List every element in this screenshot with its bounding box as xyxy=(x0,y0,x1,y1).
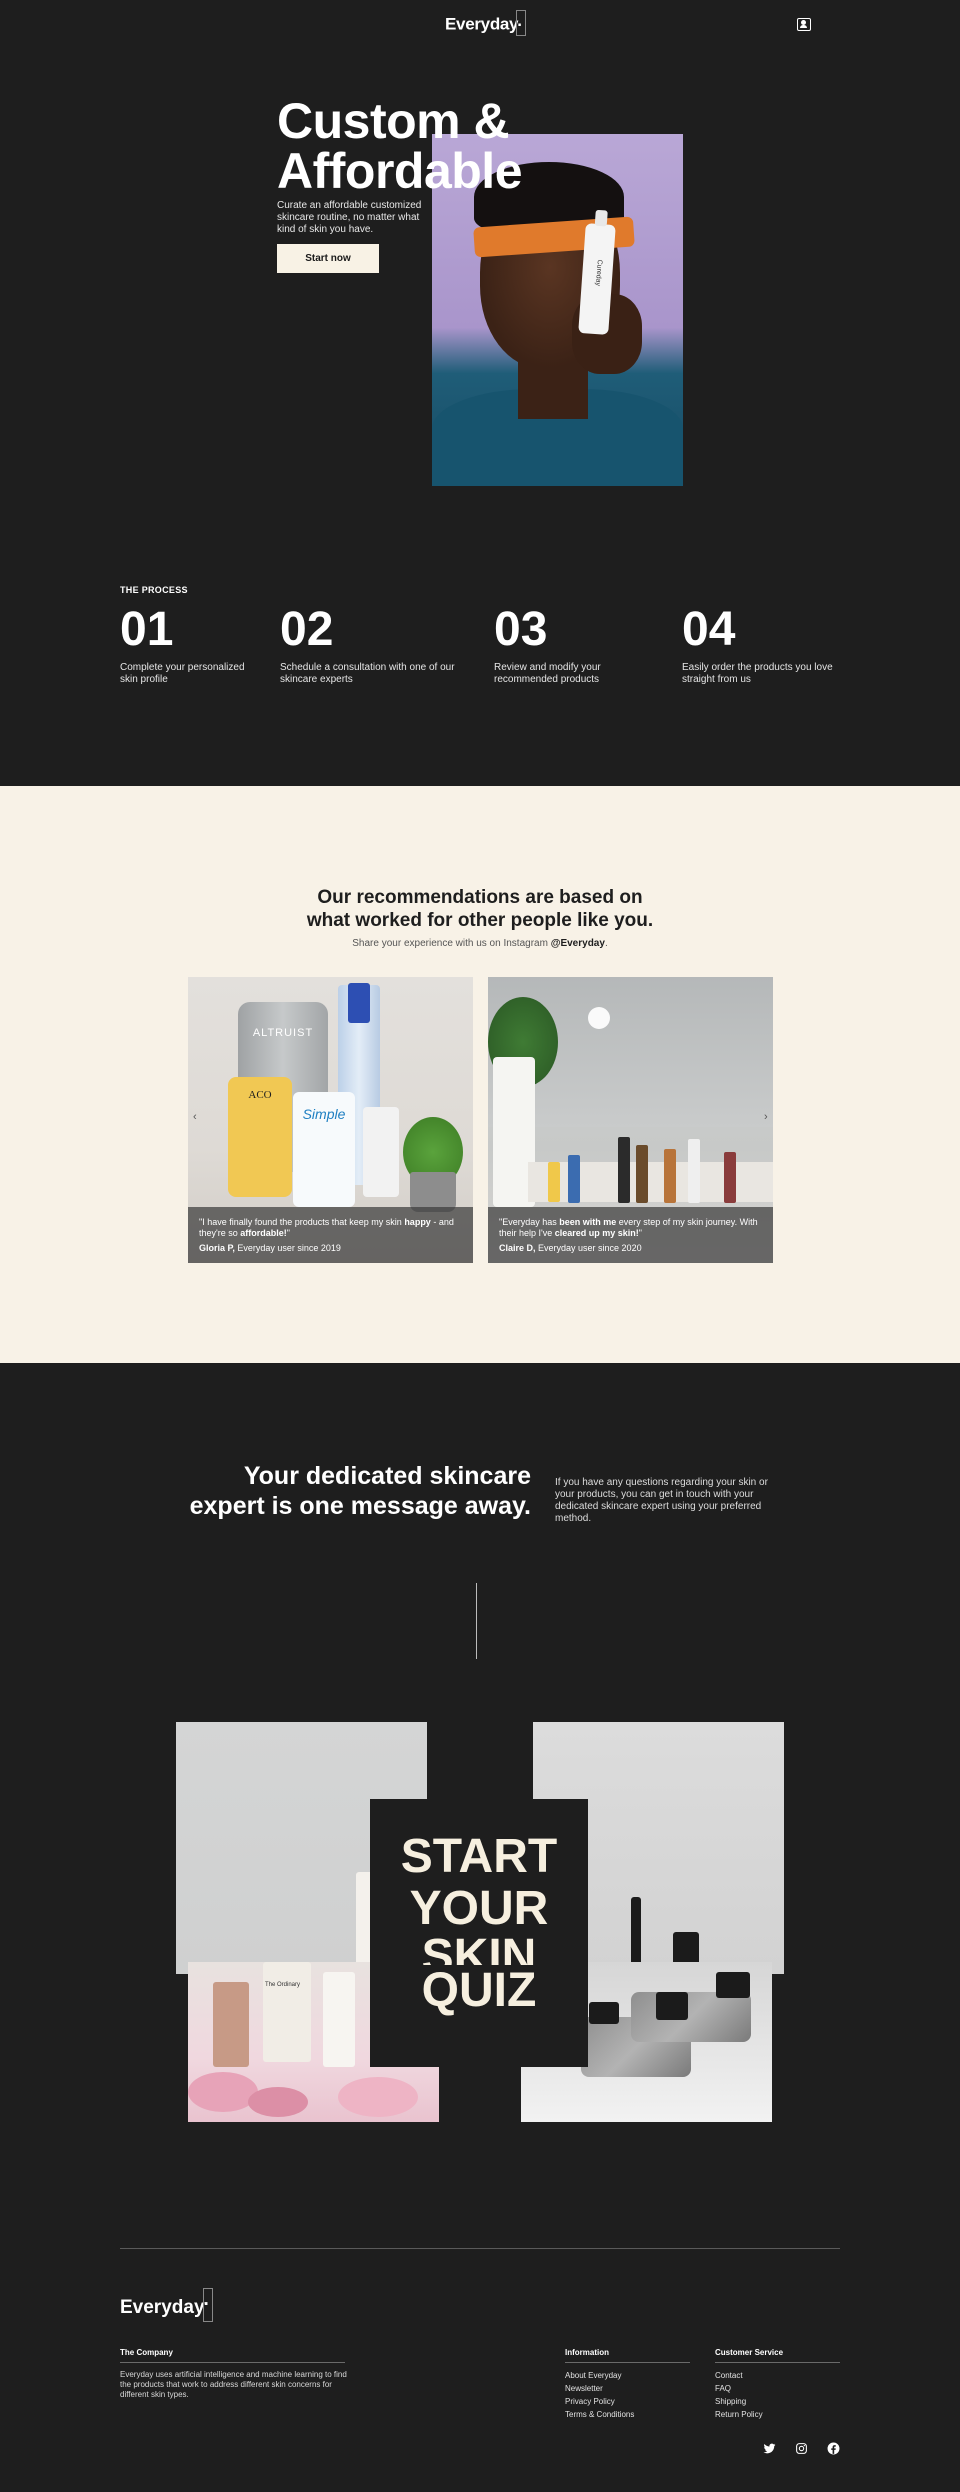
twitter-icon[interactable] xyxy=(763,2442,776,2455)
footer-information-title: Information xyxy=(565,2348,609,2357)
expert-subtitle: If you have any questions regarding your… xyxy=(555,1477,768,1524)
bottle xyxy=(323,1972,355,2067)
bottle xyxy=(568,1155,580,1203)
account-icon[interactable] xyxy=(797,18,811,31)
plant-pot xyxy=(410,1172,456,1212)
footer-link-shipping[interactable]: Shipping xyxy=(715,2397,746,2406)
bottle xyxy=(618,1137,630,1203)
footer-service-title: Customer Service xyxy=(715,2348,784,2357)
bottle xyxy=(213,1982,249,2067)
reviews-title: Our recommendations are based on what wo… xyxy=(306,887,654,931)
footer-link-newsletter[interactable]: Newsletter xyxy=(565,2384,603,2393)
footer-link-contact[interactable]: Contact xyxy=(715,2371,743,2380)
review-author: Claire D, Everyday user since 2020 xyxy=(499,1243,642,1253)
footer-link-faq[interactable]: FAQ xyxy=(715,2384,731,2393)
product-dropper xyxy=(363,1107,399,1197)
instagram-icon[interactable] xyxy=(795,2442,808,2455)
bottle xyxy=(548,1162,560,1202)
review-author: Gloria P, Everyday user since 2019 xyxy=(199,1243,341,1253)
hero-title: Custom & Affordable xyxy=(277,93,523,199)
stone xyxy=(631,1992,751,2042)
bottle: The Ordinary xyxy=(263,1962,311,2062)
product-simple-tube: Simple xyxy=(293,1092,355,1207)
mirror-light xyxy=(588,1007,610,1029)
review-quote: "I have finally found the products that … xyxy=(199,1217,454,1238)
logo-period-box: . xyxy=(516,10,527,36)
bottle xyxy=(664,1149,676,1203)
bottle xyxy=(636,1145,648,1203)
carousel-prev-arrow[interactable]: ‹ xyxy=(193,1111,197,1123)
logo-period-box: . xyxy=(202,2288,213,2322)
start-skin-quiz-button[interactable]: START YOUR SKIN QUIZ xyxy=(370,1799,588,2067)
footer-link-about[interactable]: About Everyday xyxy=(565,2371,621,2380)
footer-company-title: The Company xyxy=(120,2348,173,2357)
review-card: ALTRUIST ACO Simple "I have finally foun… xyxy=(188,977,473,1263)
hero-subtitle: Curate an affordable customized skincare… xyxy=(277,200,422,235)
review-card: "Everyday has been with me every step of… xyxy=(488,977,773,1263)
step-number: 04 xyxy=(682,603,736,656)
footer-divider xyxy=(120,2248,840,2249)
step-description: Easily order the products you love strai… xyxy=(682,662,833,685)
footer-link-return-policy[interactable]: Return Policy xyxy=(715,2410,763,2419)
step-description: Schedule a consultation with one of our … xyxy=(280,662,455,685)
header-logo[interactable]: Everyday. xyxy=(445,10,527,38)
jar xyxy=(656,1992,688,2020)
expert-title: Your dedicated skincare expert is one me… xyxy=(189,1462,531,1520)
product-yellow-tube: ACO xyxy=(228,1077,292,1197)
reviews-subtitle: Share your experience with us on Instagr… xyxy=(352,938,608,949)
step-number: 03 xyxy=(494,603,548,656)
jar xyxy=(716,1972,750,1998)
facebook-icon[interactable] xyxy=(827,2442,840,2455)
top-bar: Everyday. xyxy=(0,0,960,50)
footer-link-terms[interactable]: Terms & Conditions xyxy=(565,2410,634,2419)
bottle xyxy=(724,1152,736,1203)
bottle xyxy=(688,1139,700,1203)
bottle xyxy=(631,1897,641,1972)
footer-logo[interactable]: Everyday. xyxy=(120,2288,213,2325)
process-step: 03 Review and modify your recommended pr… xyxy=(494,604,614,686)
process-step: 02 Schedule a consultation with one of o… xyxy=(280,604,460,686)
process-step: 01 Complete your personalized skin profi… xyxy=(120,604,250,686)
divider-line xyxy=(476,1583,477,1659)
step-number: 02 xyxy=(280,603,334,656)
review-overlay: "Everyday has been with me every step of… xyxy=(488,1207,773,1263)
jar xyxy=(589,2002,619,2024)
step-description: Complete your personalized skin profile xyxy=(120,662,245,685)
process-step: 04 Easily order the products you love st… xyxy=(682,604,842,686)
review-quote: "Everyday has been with me every step of… xyxy=(499,1217,758,1238)
process-label: THE PROCESS xyxy=(120,585,188,595)
shelf xyxy=(528,1162,773,1202)
carousel-next-arrow[interactable]: › xyxy=(764,1111,768,1123)
review-overlay: "I have finally found the products that … xyxy=(188,1207,473,1263)
step-number: 01 xyxy=(120,603,174,656)
reviews-section: Our recommendations are based on what wo… xyxy=(0,786,960,1363)
footer-company-text: Everyday uses artificial intelligence an… xyxy=(120,2370,347,2399)
step-description: Review and modify your recommended produ… xyxy=(494,662,601,685)
instagram-handle-link[interactable]: @Everyday xyxy=(551,938,605,949)
footer-link-privacy[interactable]: Privacy Policy xyxy=(565,2397,615,2406)
start-now-button[interactable]: Start now xyxy=(277,244,379,273)
